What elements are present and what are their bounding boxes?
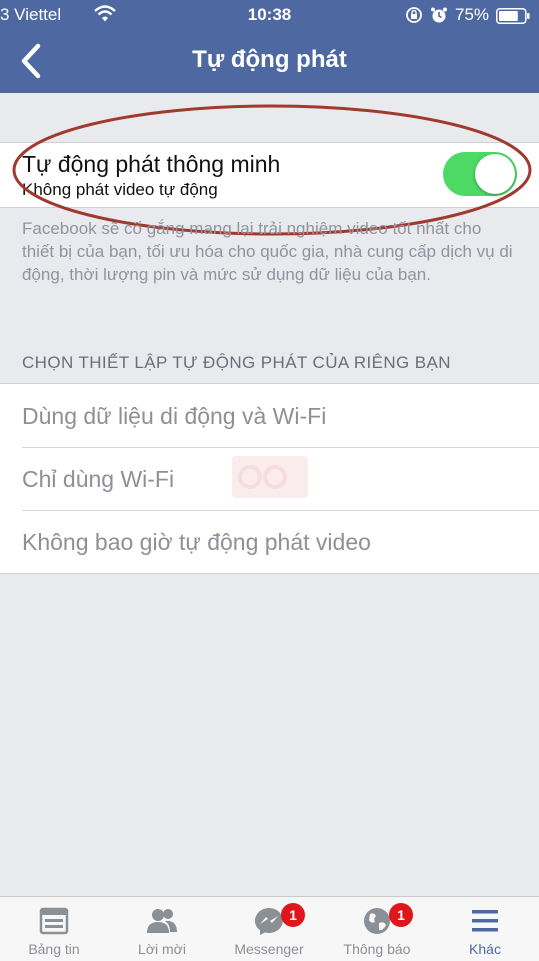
tab-more[interactable]: Khác: [431, 897, 539, 961]
tab-messenger[interactable]: 1 Messenger: [215, 897, 323, 961]
globe-icon: [364, 908, 390, 934]
option-never-autoplay[interactable]: Không bao giờ tự động phát video: [0, 510, 539, 573]
navigation-bar: Tự động phát: [0, 30, 539, 93]
watermark-logo: [232, 456, 308, 498]
page-title: Tự động phát: [192, 46, 347, 73]
tab-news-feed[interactable]: Bảng tin: [0, 897, 108, 961]
messenger-icon: [255, 908, 283, 935]
tab-friend-requests[interactable]: Lời mời: [108, 897, 216, 961]
smart-autoplay-subtitle: Không phát video tự động: [22, 180, 218, 199]
alarm-icon: [431, 7, 447, 23]
section-header: CHỌN THIẾT LẬP TỰ ĐỘNG PHÁT CỦA RIÊNG BẠ…: [22, 353, 451, 372]
smart-autoplay-toggle[interactable]: [443, 152, 517, 196]
tab-notifications[interactable]: 1 Thông báo: [323, 897, 431, 961]
option-label: Không bao giờ tự động phát video: [22, 529, 371, 555]
smart-autoplay-title: Tự động phát thông minh: [22, 151, 281, 177]
option-mobile-data-and-wifi[interactable]: Dùng dữ liệu di động và Wi-Fi: [0, 384, 539, 447]
autoplay-description: Facebook sẽ cố gắng mang lại trải nghiệm…: [22, 219, 513, 284]
battery-percent: 75%: [455, 5, 490, 24]
tab-label: Messenger: [234, 941, 304, 957]
tab-label: Khác: [469, 941, 501, 957]
smart-autoplay-row: Tự động phát thông minh Không phát video…: [0, 142, 539, 208]
tab-label: Bảng tin: [28, 941, 80, 957]
tab-bar: Bảng tin Lời mời 1 Messenger 1 Thông báo: [0, 896, 539, 961]
orientation-lock-icon: [406, 7, 422, 23]
friend-requests-icon: [147, 909, 177, 933]
news-feed-icon: [39, 907, 69, 935]
notifications-badge: 1: [389, 903, 413, 927]
option-label: Dùng dữ liệu di động và Wi-Fi: [22, 403, 327, 429]
option-label: Chỉ dùng Wi-Fi: [22, 466, 175, 492]
toggle-knob: [475, 154, 515, 194]
battery-icon: [496, 8, 530, 24]
messenger-badge: 1: [281, 903, 305, 927]
menu-icon: [472, 910, 498, 932]
tab-label: Lời mời: [138, 941, 186, 957]
tab-label: Thông báo: [343, 941, 411, 957]
app-header: 3 Viettel 10:38 75% Tự động phát: [0, 0, 539, 93]
status-bar: 3 Viettel 10:38 75%: [0, 0, 539, 30]
